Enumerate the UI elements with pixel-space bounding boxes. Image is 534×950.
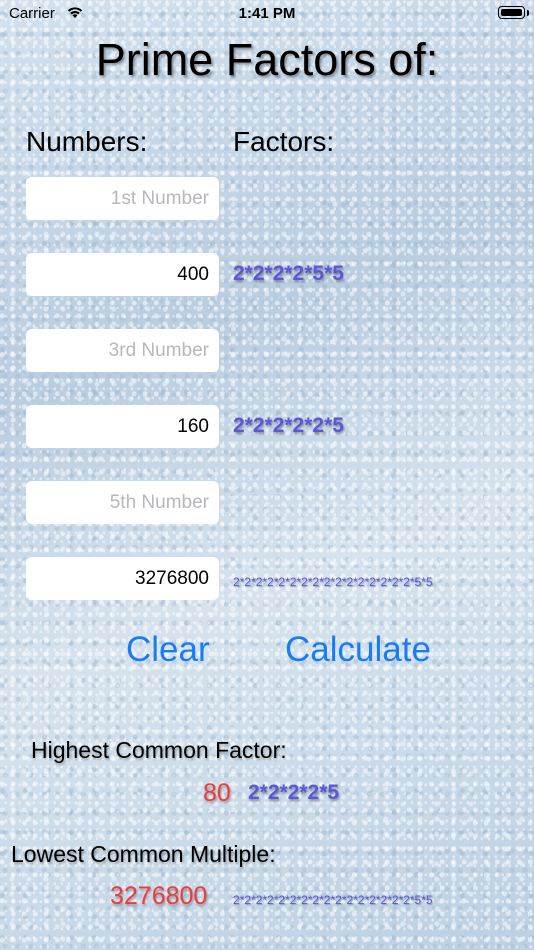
number-input-1[interactable] <box>26 177 219 220</box>
numbers-header: Numbers: <box>26 126 148 157</box>
number-input-4[interactable] <box>26 405 219 448</box>
status-bar: Carrier 1:41 PM <box>0 0 534 28</box>
factors-header: Factors: <box>233 126 335 157</box>
clock: 1:41 PM <box>238 5 296 22</box>
lcm-value: 3276800 <box>110 882 208 910</box>
number-input-2[interactable] <box>26 253 219 296</box>
page-title: Prime Factors of: <box>95 34 439 85</box>
hcf-factors: 2*2*2*2*5 <box>248 781 340 804</box>
clear-button[interactable]: Clear <box>126 630 210 670</box>
number-input-3[interactable] <box>26 329 219 372</box>
hcf-label: Highest Common Factor: <box>31 737 287 763</box>
number-input-5[interactable] <box>26 481 219 524</box>
battery-icon <box>498 6 525 19</box>
hcf-value: 80 <box>203 779 231 807</box>
factors-output-6: 2*2*2*2*2*2*2*2*2*2*2*2*2*2*2*2*5*5 <box>233 575 433 589</box>
lcm-factors: 2*2*2*2*2*2*2*2*2*2*2*2*2*2*2*2*5*5 <box>233 893 433 907</box>
calculate-button[interactable]: Calculate <box>285 630 431 670</box>
number-input-6[interactable] <box>26 557 219 600</box>
factors-output-2: 2*2*2*2*5*5 <box>233 262 344 285</box>
factors-output-4: 2*2*2*2*2*5 <box>233 414 344 437</box>
lcm-label: Lowest Common Multiple: <box>11 841 276 867</box>
